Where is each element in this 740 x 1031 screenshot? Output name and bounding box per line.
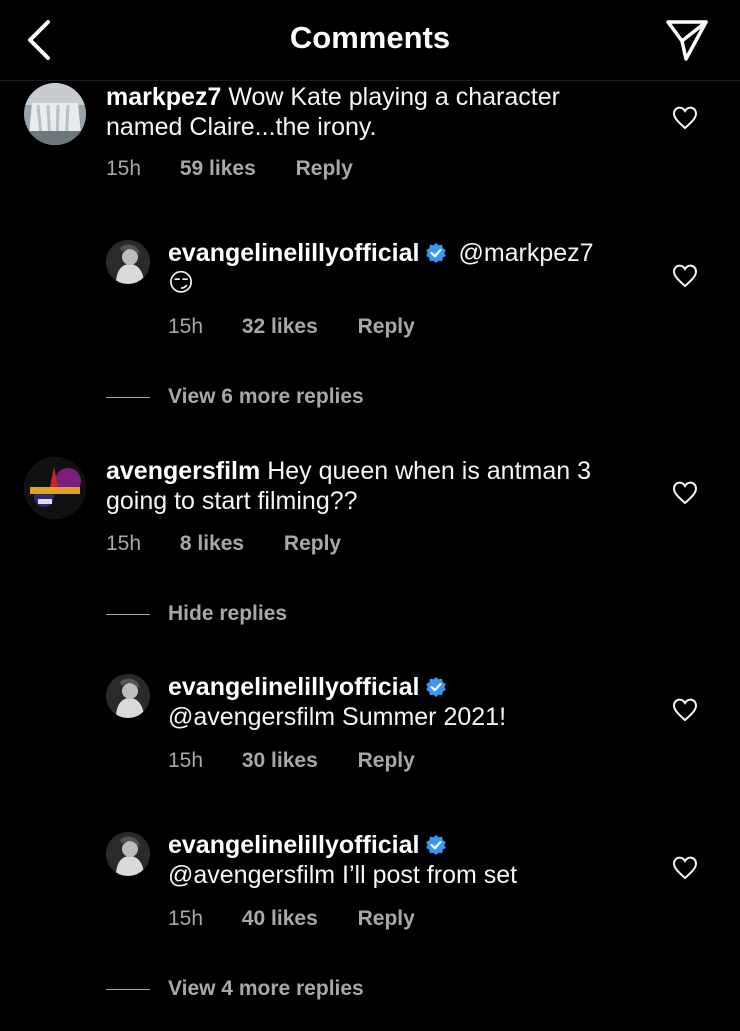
reply-button[interactable]: Reply bbox=[358, 907, 415, 931]
comment-username[interactable]: avengersfilm bbox=[106, 457, 260, 485]
heart-icon[interactable] bbox=[672, 855, 698, 881]
heart-icon[interactable] bbox=[672, 697, 698, 723]
hide-replies-label: Hide replies bbox=[168, 602, 288, 625]
comment-body-continued: going to start filming?? bbox=[106, 487, 358, 515]
waterfall-avatar-image bbox=[24, 83, 86, 145]
view-more-replies-label: View 4 more replies bbox=[168, 977, 364, 1000]
comment-likes[interactable]: 32 likes bbox=[242, 315, 318, 339]
avengers-logo-avatar-image bbox=[24, 457, 86, 519]
comment-likes[interactable]: 30 likes bbox=[242, 749, 318, 773]
share-button[interactable] bbox=[664, 17, 710, 63]
comment-text: evangelinelillyofficial @avengersfilm I’… bbox=[168, 830, 668, 890]
hide-replies-button[interactable]: Hide replies bbox=[106, 602, 287, 626]
reply-button[interactable]: Reply bbox=[358, 315, 415, 339]
verified-badge-icon bbox=[426, 835, 447, 855]
comment-meta: 15h 59 likes Reply bbox=[106, 157, 353, 181]
profile-photo-avatar-image bbox=[106, 674, 150, 718]
paper-plane-icon bbox=[666, 20, 708, 61]
reply-button[interactable]: Reply bbox=[284, 532, 341, 556]
reply-button[interactable]: Reply bbox=[296, 157, 353, 181]
header-bar: Comments bbox=[0, 0, 740, 81]
avatar[interactable] bbox=[24, 457, 86, 519]
comment-text: markpez7 Wow Kate playing a character na… bbox=[106, 82, 606, 142]
thread-divider bbox=[106, 613, 150, 615]
avatar[interactable] bbox=[106, 674, 150, 718]
comment-text: avengersfilm Hey queen when is antman 3 … bbox=[106, 456, 606, 516]
comment-likes[interactable]: 8 likes bbox=[180, 532, 244, 556]
comment-time: 15h bbox=[106, 157, 142, 180]
comment-body: Hey queen when is antman 3 bbox=[267, 457, 592, 485]
comment-username[interactable]: markpez7 bbox=[106, 83, 221, 111]
comment-username[interactable]: evangelinelillyofficial bbox=[168, 831, 419, 859]
avatar[interactable] bbox=[106, 832, 150, 876]
profile-photo-avatar-image bbox=[106, 832, 150, 876]
heart-icon[interactable] bbox=[672, 105, 698, 131]
comment-likes[interactable]: 40 likes bbox=[242, 907, 318, 931]
comment-text: evangelinelillyofficial @markpez7 😏 bbox=[168, 238, 668, 298]
comment-meta: 15h 8 likes Reply bbox=[106, 532, 341, 556]
verified-badge-icon bbox=[426, 243, 447, 263]
view-more-replies-button[interactable]: View 4 more replies bbox=[106, 977, 364, 1001]
comment-time: 15h bbox=[168, 315, 204, 338]
comment-time: 15h bbox=[168, 749, 204, 772]
comment-meta: 15h 30 likes Reply bbox=[168, 749, 415, 773]
comment-meta: 15h 40 likes Reply bbox=[168, 907, 415, 931]
mention-link[interactable]: @markpez7 bbox=[458, 239, 593, 267]
comment-username[interactable]: evangelinelillyofficial bbox=[168, 239, 419, 267]
thread-divider bbox=[106, 396, 150, 398]
comment-username[interactable]: evangelinelillyofficial bbox=[168, 673, 419, 701]
profile-photo-avatar-image bbox=[106, 240, 150, 284]
reply-button[interactable]: Reply bbox=[358, 749, 415, 773]
comment-likes[interactable]: 59 likes bbox=[180, 157, 256, 181]
page-title: Comments bbox=[289, 20, 451, 55]
comment-body: @avengersfilm Summer 2021! bbox=[168, 703, 507, 731]
comment-time: 15h bbox=[106, 532, 142, 555]
heart-icon[interactable] bbox=[672, 480, 698, 506]
comment-body: @avengersfilm I’ll post from set bbox=[168, 861, 518, 889]
verified-badge-icon bbox=[426, 677, 447, 697]
comment-emoji: 😏 bbox=[168, 269, 195, 297]
avatar[interactable] bbox=[24, 83, 86, 145]
comment-body-continued: named Claire...the irony. bbox=[106, 113, 377, 141]
heart-icon[interactable] bbox=[672, 263, 698, 289]
view-more-replies-label: View 6 more replies bbox=[168, 385, 364, 408]
comment-time: 15h bbox=[168, 907, 204, 930]
comment-body: Wow Kate playing a character bbox=[228, 83, 560, 111]
avatar[interactable] bbox=[106, 240, 150, 284]
thread-divider bbox=[106, 988, 150, 990]
comment-text: evangelinelillyofficial @avengersfilm Su… bbox=[168, 672, 668, 732]
view-more-replies-button[interactable]: View 6 more replies bbox=[106, 385, 364, 409]
comment-meta: 15h 32 likes Reply bbox=[168, 315, 415, 339]
